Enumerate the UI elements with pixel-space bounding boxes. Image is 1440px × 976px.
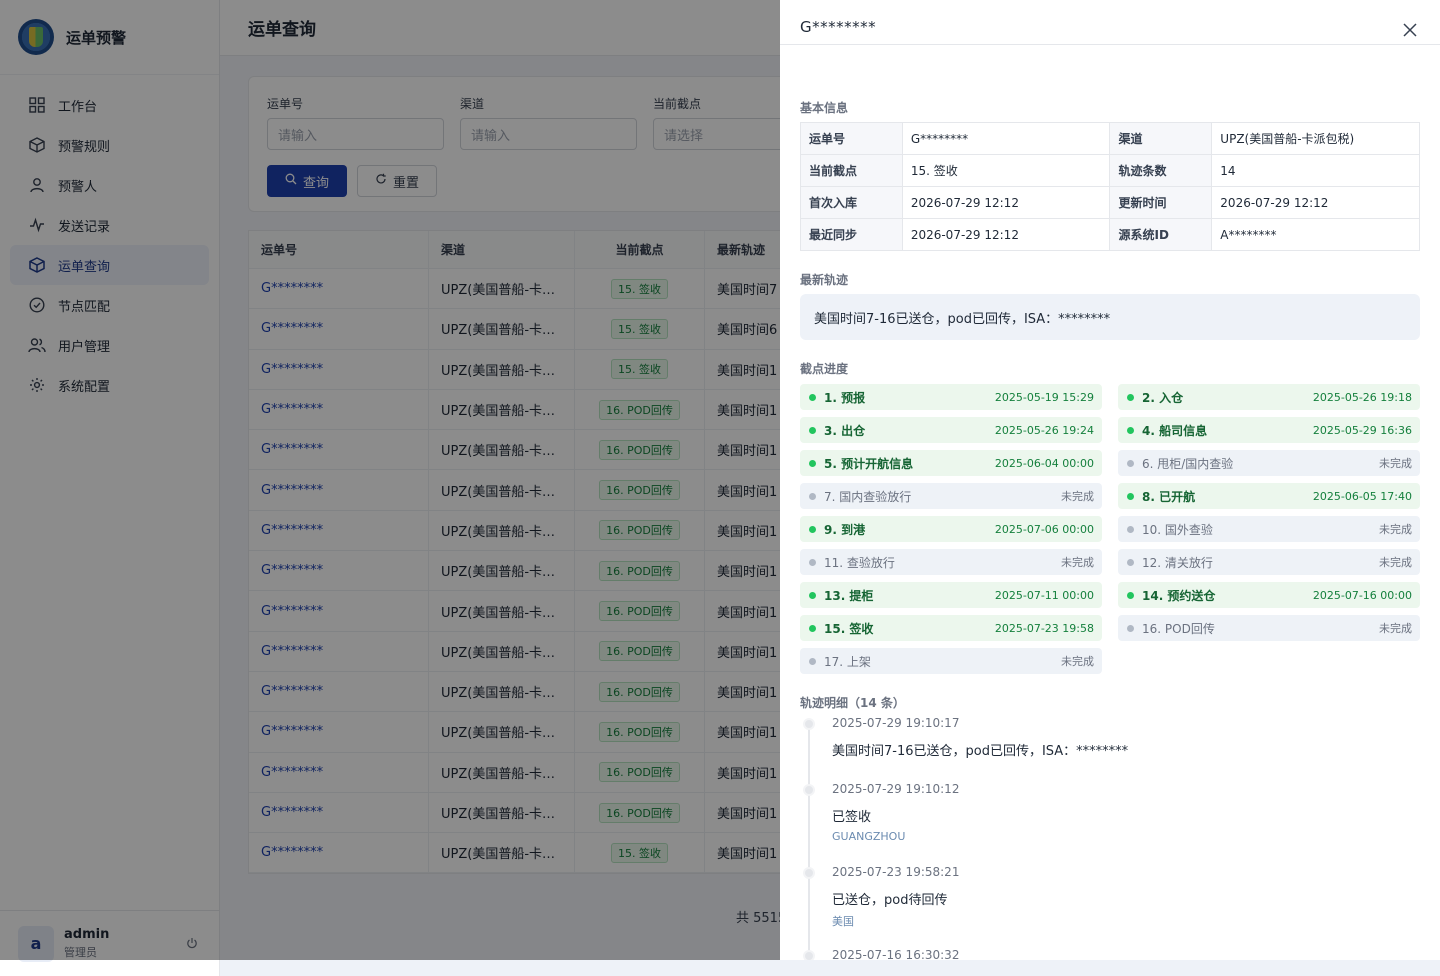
node-label: 2. 入仓 <box>1142 390 1184 405</box>
node-item: 16. POD回传 未完成 <box>1118 615 1420 641</box>
node-item: 9. 到港 2025-07-06 00:00 <box>800 516 1102 542</box>
field-label: 首次入库 <box>800 186 903 219</box>
node-label: 10. 国外查验 <box>1142 522 1213 537</box>
basic-info-row: 最近同步 2026-07-29 12:12 源系统ID A******** <box>800 218 1420 251</box>
node-item: 11. 查验放行 未完成 <box>800 549 1102 575</box>
drawer-title: G******** <box>800 18 877 36</box>
node-item: 5. 预计开航信息 2025-06-04 00:00 <box>800 450 1102 476</box>
node-item: 2. 入仓 2025-05-26 19:18 <box>1118 384 1420 410</box>
node-progress-title: 截点进度 <box>800 362 849 376</box>
timeline-text: 已送仓，pod待回传 <box>832 893 948 908</box>
node-time: 未完成 <box>1061 490 1094 503</box>
timeline-time: 2025-07-29 19:10:12 <box>832 782 960 796</box>
node-label: 13. 提柜 <box>824 588 874 603</box>
node-label: 1. 预报 <box>824 390 866 405</box>
node-time: 2025-06-04 00:00 <box>994 456 1094 470</box>
timeline-time: 2025-07-16 16:30:32 <box>832 948 960 960</box>
node-item: 17. 上架 未完成 <box>800 648 1102 674</box>
node-item: 6. 甩柜/国内查验 未完成 <box>1118 450 1420 476</box>
node-time: 2025-07-16 00:00 <box>1312 588 1412 602</box>
timeline-location: 美国 <box>832 915 854 928</box>
node-time: 2025-06-05 17:40 <box>1312 489 1412 503</box>
timeline-title: 轨迹明细（14 条） <box>800 696 905 710</box>
field-value: UPZ(美国普船-卡派包税) <box>1211 122 1420 155</box>
timeline-time: 2025-07-29 19:10:17 <box>832 716 960 730</box>
timeline-dot <box>803 784 815 796</box>
drawer-header: G******** <box>780 0 1440 45</box>
node-time: 未完成 <box>1379 457 1412 470</box>
field-label: 运单号 <box>800 122 903 155</box>
field-label: 更新时间 <box>1109 186 1213 219</box>
node-time: 未完成 <box>1061 655 1094 668</box>
basic-info-row: 首次入库 2026-07-29 12:12 更新时间 2026-07-29 12:12 <box>800 186 1420 219</box>
node-item: 8. 已开航 2025-06-05 17:40 <box>1118 483 1420 509</box>
basic-info-title: 基本信息 <box>800 101 849 115</box>
node-label: 8. 已开航 <box>1142 489 1196 504</box>
node-time: 未完成 <box>1379 523 1412 536</box>
node-label: 4. 船司信息 <box>1142 423 1208 438</box>
latest-track: 美国时间7-16已送仓，pod已回传，ISA：******** <box>800 294 1420 340</box>
node-time: 2025-05-26 19:18 <box>1312 390 1412 404</box>
field-value: G******** <box>901 122 1111 155</box>
basic-info-row: 当前截点 15. 签收 轨迹条数 14 <box>800 154 1420 187</box>
node-item: 10. 国外查验 未完成 <box>1118 516 1420 542</box>
node-label: 17. 上架 <box>824 654 871 669</box>
node-label: 15. 签收 <box>824 621 874 636</box>
timeline-dot <box>803 867 815 879</box>
node-item: 15. 签收 2025-07-23 19:58 <box>800 615 1102 641</box>
timeline-text: 已签收 <box>832 810 872 825</box>
node-time: 未完成 <box>1379 622 1412 635</box>
field-value: A******** <box>1211 218 1420 251</box>
waybill-detail-drawer: G******** 基本信息 运单号 G******** 渠道 UPZ(美国普船-卡派… <box>780 0 1440 960</box>
timeline-dot <box>803 950 815 960</box>
node-item: 1. 预报 2025-05-19 15:29 <box>800 384 1102 410</box>
node-label: 11. 查验放行 <box>824 555 895 570</box>
node-item: 13. 提柜 2025-07-11 00:00 <box>800 582 1102 608</box>
close-icon[interactable] <box>1400 20 1420 40</box>
field-label: 渠道 <box>1109 122 1213 155</box>
node-label: 16. POD回传 <box>1142 621 1215 636</box>
node-item: 14. 预约送仓 2025-07-16 00:00 <box>1118 582 1420 608</box>
timeline-text: 美国时间7-16已送仓，pod已回传，ISA：******** <box>832 744 1129 759</box>
timeline-dot <box>803 718 815 730</box>
node-label: 3. 出仓 <box>824 423 866 438</box>
timeline-location: GUANGZHOU <box>832 830 906 843</box>
node-label: 14. 预约送仓 <box>1142 588 1216 603</box>
node-item: 7. 国内查验放行 未完成 <box>800 483 1102 509</box>
timeline-time: 2025-07-23 19:58:21 <box>832 865 960 879</box>
node-time: 2025-07-11 00:00 <box>994 588 1094 602</box>
field-value: 2026-07-29 12:12 <box>901 218 1111 251</box>
node-item: 3. 出仓 2025-05-26 19:24 <box>800 417 1102 443</box>
field-value: 2026-07-29 12:12 <box>1211 186 1420 219</box>
basic-info-table: 运单号 G******** 渠道 UPZ(美国普船-卡派包税) 当前截点 15. 签收 轨迹… <box>800 122 1420 251</box>
field-value: 14 <box>1211 154 1420 187</box>
node-label: 9. 到港 <box>824 522 866 537</box>
node-label: 12. 清关放行 <box>1142 555 1213 570</box>
field-label: 当前截点 <box>800 154 903 187</box>
node-time: 2025-05-29 16:36 <box>1312 423 1412 437</box>
node-label: 7. 国内查验放行 <box>824 489 912 504</box>
node-label: 5. 预计开航信息 <box>824 456 914 471</box>
basic-info-row: 运单号 G******** 渠道 UPZ(美国普船-卡派包税) <box>800 122 1420 155</box>
bottom-strip <box>220 960 1440 976</box>
latest-track-title: 最新轨迹 <box>800 273 849 287</box>
node-time: 2025-07-23 19:58 <box>994 621 1094 635</box>
node-item: 12. 清关放行 未完成 <box>1118 549 1420 575</box>
drawer-overlay[interactable] <box>0 0 780 960</box>
timeline-line <box>808 724 810 960</box>
field-label: 最近同步 <box>800 218 903 251</box>
field-value: 15. 签收 <box>901 154 1111 187</box>
node-time: 未完成 <box>1379 556 1412 569</box>
field-label: 轨迹条数 <box>1109 154 1213 187</box>
node-item: 4. 船司信息 2025-05-29 16:36 <box>1118 417 1420 443</box>
field-value: 2026-07-29 12:12 <box>901 186 1111 219</box>
node-label: 6. 甩柜/国内查验 <box>1142 456 1234 471</box>
node-time: 2025-05-26 19:24 <box>994 423 1094 437</box>
field-label: 源系统ID <box>1109 218 1213 251</box>
node-time: 2025-07-06 00:00 <box>994 522 1094 536</box>
node-time: 2025-05-19 15:29 <box>994 390 1094 404</box>
node-time: 未完成 <box>1061 556 1094 569</box>
